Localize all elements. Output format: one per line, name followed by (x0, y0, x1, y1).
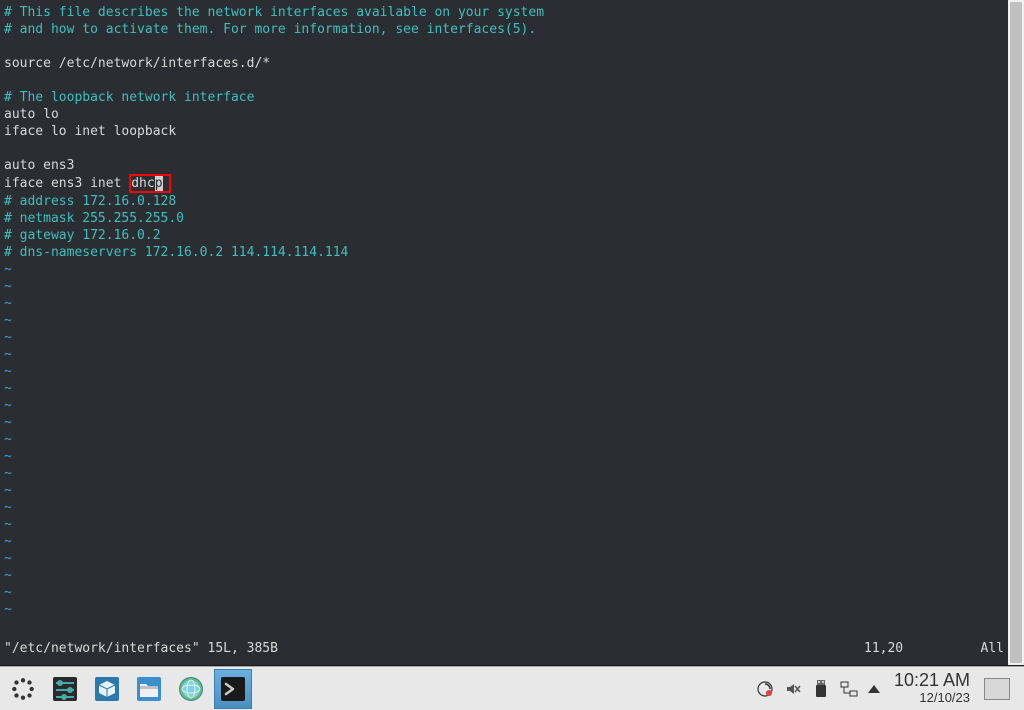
status-scroll: All (974, 640, 1004, 657)
editor-line: auto lo (4, 106, 1004, 123)
terminal-scrollbar[interactable] (1008, 0, 1024, 665)
taskbar-launchers (0, 669, 256, 709)
terminal-window[interactable]: # This file describes the network interf… (0, 0, 1008, 665)
empty-line-tilde: ~ (4, 431, 1004, 448)
editor-line: # The loopback network interface (4, 89, 1004, 106)
clock-date: 12/10/23 (894, 691, 970, 705)
empty-line-tilde: ~ (4, 465, 1004, 482)
editor-line (4, 140, 1004, 157)
editor-line: # gateway 172.16.0.2 (4, 227, 1004, 244)
status-position: 11,20 (864, 640, 974, 657)
scrollbar-thumb[interactable] (1010, 2, 1022, 663)
editor-line: # dns-nameservers 172.16.0.2 114.114.114… (4, 244, 1004, 261)
package-manager-icon[interactable] (88, 669, 126, 709)
vim-status-line: "/etc/network/interfaces" 15L, 385B 11,2… (4, 640, 1004, 657)
system-tray: 10:21 AM 12/10/23 (748, 671, 1024, 705)
editor-line: auto ens3 (4, 157, 1004, 174)
tray-expand-icon[interactable] (868, 685, 880, 693)
network-icon[interactable] (840, 680, 858, 698)
empty-line-tilde: ~ (4, 499, 1004, 516)
empty-line-tilde: ~ (4, 516, 1004, 533)
editor-line: # netmask 255.255.255.0 (4, 210, 1004, 227)
update-notifier-icon[interactable] (756, 680, 774, 698)
settings-app-icon[interactable] (46, 669, 84, 709)
empty-line-tilde: ~ (4, 567, 1004, 584)
editor-line: iface ens3 inet dhcp (4, 174, 1004, 193)
empty-line-tilde: ~ (4, 584, 1004, 601)
editor-content: # This file describes the network interf… (4, 4, 1004, 618)
editor-line: # This file describes the network interf… (4, 4, 1004, 21)
editor-line: iface lo inet loopback (4, 123, 1004, 140)
empty-line-tilde: ~ (4, 601, 1004, 618)
empty-line-tilde: ~ (4, 448, 1004, 465)
empty-line-tilde: ~ (4, 278, 1004, 295)
editor-line: # and how to activate them. For more inf… (4, 21, 1004, 38)
editor-line (4, 38, 1004, 55)
terminal-app-icon[interactable] (214, 669, 252, 709)
empty-line-tilde: ~ (4, 380, 1004, 397)
empty-line-tilde: ~ (4, 346, 1004, 363)
editor-line: # address 172.16.0.128 (4, 193, 1004, 210)
status-filename: "/etc/network/interfaces" 15L, 385B (4, 640, 864, 657)
empty-line-tilde: ~ (4, 295, 1004, 312)
show-desktop-button[interactable] (984, 678, 1010, 700)
empty-line-tilde: ~ (4, 414, 1004, 431)
editor-line: source /etc/network/interfaces.d/* (4, 55, 1004, 72)
empty-line-tilde: ~ (4, 329, 1004, 346)
file-manager-icon[interactable] (130, 669, 168, 709)
highlighted-dhcp: dhcp (129, 174, 170, 193)
empty-line-tilde: ~ (4, 312, 1004, 329)
empty-line-tilde: ~ (4, 397, 1004, 414)
empty-line-tilde: ~ (4, 533, 1004, 550)
clock-time: 10:21 AM (894, 671, 970, 691)
clock[interactable]: 10:21 AM 12/10/23 (890, 671, 974, 705)
browser-icon[interactable] (172, 669, 210, 709)
usb-device-icon[interactable] (812, 680, 830, 698)
start-menu-button[interactable] (4, 669, 42, 709)
editor-line (4, 72, 1004, 89)
empty-line-tilde: ~ (4, 550, 1004, 567)
empty-line-tilde: ~ (4, 482, 1004, 499)
cursor: p (155, 176, 163, 191)
taskbar: 10:21 AM 12/10/23 (0, 666, 1024, 710)
empty-line-tilde: ~ (4, 261, 1004, 278)
empty-line-tilde: ~ (4, 363, 1004, 380)
volume-muted-icon[interactable] (784, 680, 802, 698)
